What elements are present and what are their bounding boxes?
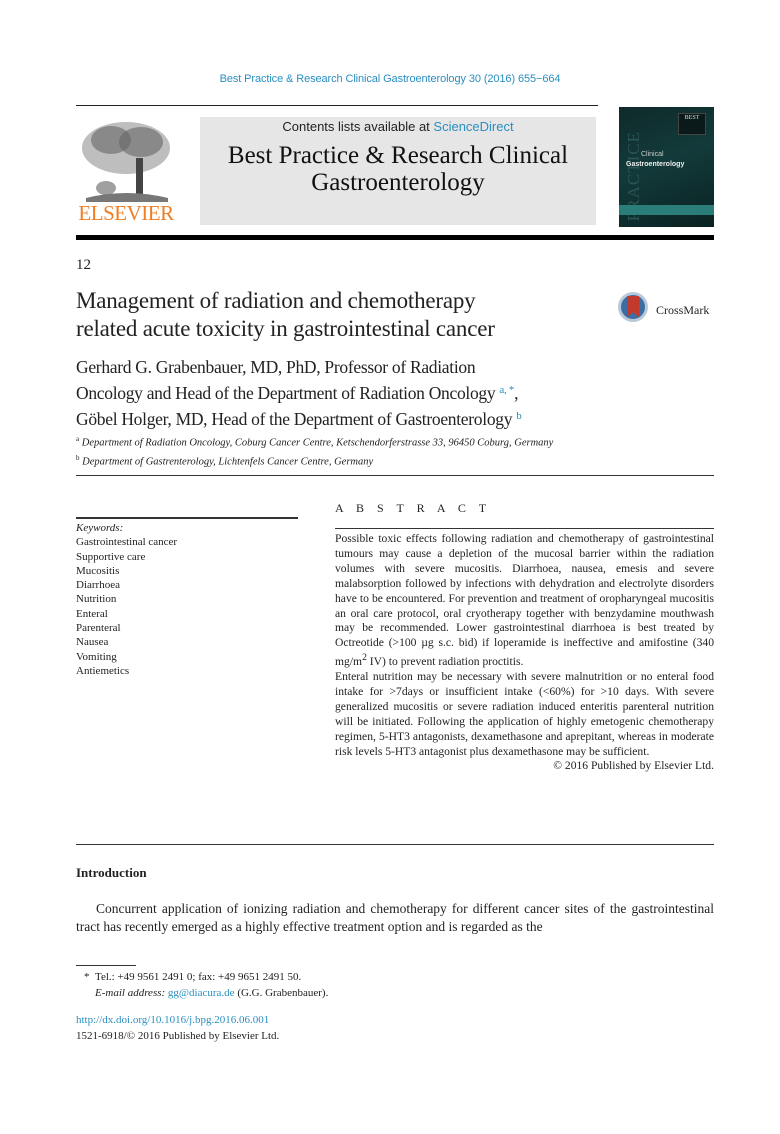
- elsevier-wordmark: ELSEVIER: [78, 201, 174, 225]
- footnote-email: E-mail address: gg@diacura.de (G.G. Grab…: [84, 985, 328, 1001]
- affiliation-link-a[interactable]: a, *: [499, 384, 514, 396]
- keyword-item: Gastrointestinal cancer: [76, 536, 178, 549]
- crossmark-label: CrossMark: [656, 303, 710, 317]
- abstract-text: IV) to prevent radiation proctitis.: [366, 655, 524, 669]
- keywords-heading: Keywords:: [76, 522, 124, 534]
- affiliation-text: Department of Radiation Oncology, Coburg…: [81, 437, 554, 449]
- title-line2: related acute toxicity in gastrointestin…: [76, 316, 495, 341]
- keyword-item: Nausea: [76, 636, 109, 649]
- journal-name-line1: Best Practice & Research Clinical: [227, 142, 569, 169]
- elsevier-tree-icon: [82, 122, 170, 202]
- abstract-body: Possible toxic effects following radiati…: [335, 532, 714, 774]
- section-rule: [76, 475, 714, 476]
- elsevier-logo[interactable]: ELSEVIER: [76, 118, 176, 226]
- footer: http://dx.doi.org/10.1016/j.bpg.2016.06.…: [76, 1012, 279, 1044]
- affiliation-a: a Department of Radiation Oncology, Cobu…: [76, 432, 716, 451]
- abstract-paragraph-1: Possible toxic effects following radiati…: [335, 532, 714, 670]
- contents-available-line: Contents lists available at ScienceDirec…: [200, 119, 596, 134]
- contact-text: Tel.: +49 9561 2491 0; fax: +49 9651 249…: [95, 971, 302, 983]
- author-line2: Oncology and Head of the Department of R…: [76, 379, 636, 405]
- contents-prefix: Contents lists available at: [282, 119, 434, 134]
- email-label: E-mail address:: [95, 987, 166, 999]
- footnote-rule: [76, 965, 136, 966]
- issn-line: 1521-6918/© 2016 Published by Elsevier L…: [76, 1030, 280, 1042]
- email-suffix: (G.G. Grabenbauer).: [234, 987, 329, 999]
- journal-reference-link[interactable]: Best Practice & Research Clinical Gastro…: [0, 73, 780, 85]
- introduction-text: Concurrent application of ionizing radia…: [76, 901, 714, 934]
- author-line3-text: Göbel Holger, MD, Head of the Department…: [76, 409, 513, 429]
- email-link[interactable]: gg@diacura.de: [168, 987, 235, 999]
- article-number: 12: [76, 257, 91, 273]
- cover-badge: BEST: [678, 113, 706, 135]
- abstract-text: Possible toxic effects following radiati…: [335, 532, 714, 669]
- header-rule: [76, 105, 598, 106]
- title-line1: Management of radiation and chemotherapy: [76, 288, 476, 313]
- header-thick-rule: [76, 235, 714, 240]
- abstract-copyright: © 2016 Published by Elsevier Ltd.: [553, 759, 714, 773]
- section-rule: [76, 844, 714, 845]
- author-line1: Gerhard G. Grabenbauer, MD, PhD, Profess…: [76, 357, 476, 377]
- cover-stripe: [619, 205, 714, 215]
- author-line3: Göbel Holger, MD, Head of the Department…: [76, 405, 636, 431]
- affiliation-text: Department of Gastrenterology, Lichtenfe…: [82, 456, 374, 467]
- abstract-paragraph-2: Enteral nutrition may be necessary with …: [335, 670, 714, 758]
- footnote-contact: * Tel.: +49 9561 2491 0; fax: +49 9651 2…: [84, 969, 328, 985]
- keywords-list: Keywords: Gastrointestinal cancer Suppor…: [76, 521, 301, 678]
- author-line2-text: Oncology and Head of the Department of R…: [76, 383, 496, 403]
- keyword-item: Enteral: [76, 607, 108, 620]
- affiliation-b: b Department of Gastrenterology, Lichten…: [76, 451, 716, 470]
- footnote-marker: *: [84, 971, 90, 983]
- keyword-item: Vomiting: [76, 650, 117, 663]
- footnote: * Tel.: +49 9561 2491 0; fax: +49 9651 2…: [84, 969, 328, 1001]
- keyword-item: Diarrhoea: [76, 579, 120, 592]
- affiliation-marker: a: [76, 435, 80, 443]
- crossmark-button[interactable]: CrossMark: [616, 291, 726, 329]
- keyword-item: Nutrition: [76, 593, 117, 606]
- affiliation-marker: b: [76, 453, 80, 462]
- introduction-heading: Introduction: [76, 865, 147, 880]
- abstract-rule: [335, 528, 714, 529]
- abstract-heading: A B S T R A C T: [335, 501, 492, 515]
- author-line2-comma: ,: [514, 383, 519, 403]
- cover-title-line2: Gastroenterology: [626, 161, 685, 168]
- keyword-item: Parenteral: [76, 622, 121, 635]
- journal-masthead: Contents lists available at ScienceDirec…: [200, 117, 596, 225]
- journal-cover-image[interactable]: PRACTICE BEST Clinical Gastroenterology: [619, 107, 714, 227]
- article-title: Management of radiation and chemotherapy…: [76, 287, 596, 343]
- doi-link[interactable]: http://dx.doi.org/10.1016/j.bpg.2016.06.…: [76, 1014, 269, 1026]
- journal-name[interactable]: Best Practice & Research Clinical Gastro…: [200, 142, 596, 196]
- journal-name-line2: Gastroenterology: [311, 169, 485, 196]
- affiliations: a Department of Radiation Oncology, Cobu…: [76, 432, 716, 469]
- cover-title-line1: Clinical: [641, 151, 664, 158]
- keywords-rule: [76, 517, 298, 519]
- keyword-item: Antiemetics: [76, 664, 130, 677]
- keyword-item: Supportive care: [76, 550, 146, 563]
- sciencedirect-link[interactable]: ScienceDirect: [433, 119, 513, 134]
- author-list: Gerhard G. Grabenbauer, MD, PhD, Profess…: [76, 356, 636, 431]
- keyword-item: Mucositis: [76, 564, 120, 577]
- affiliation-link-b[interactable]: b: [516, 410, 522, 422]
